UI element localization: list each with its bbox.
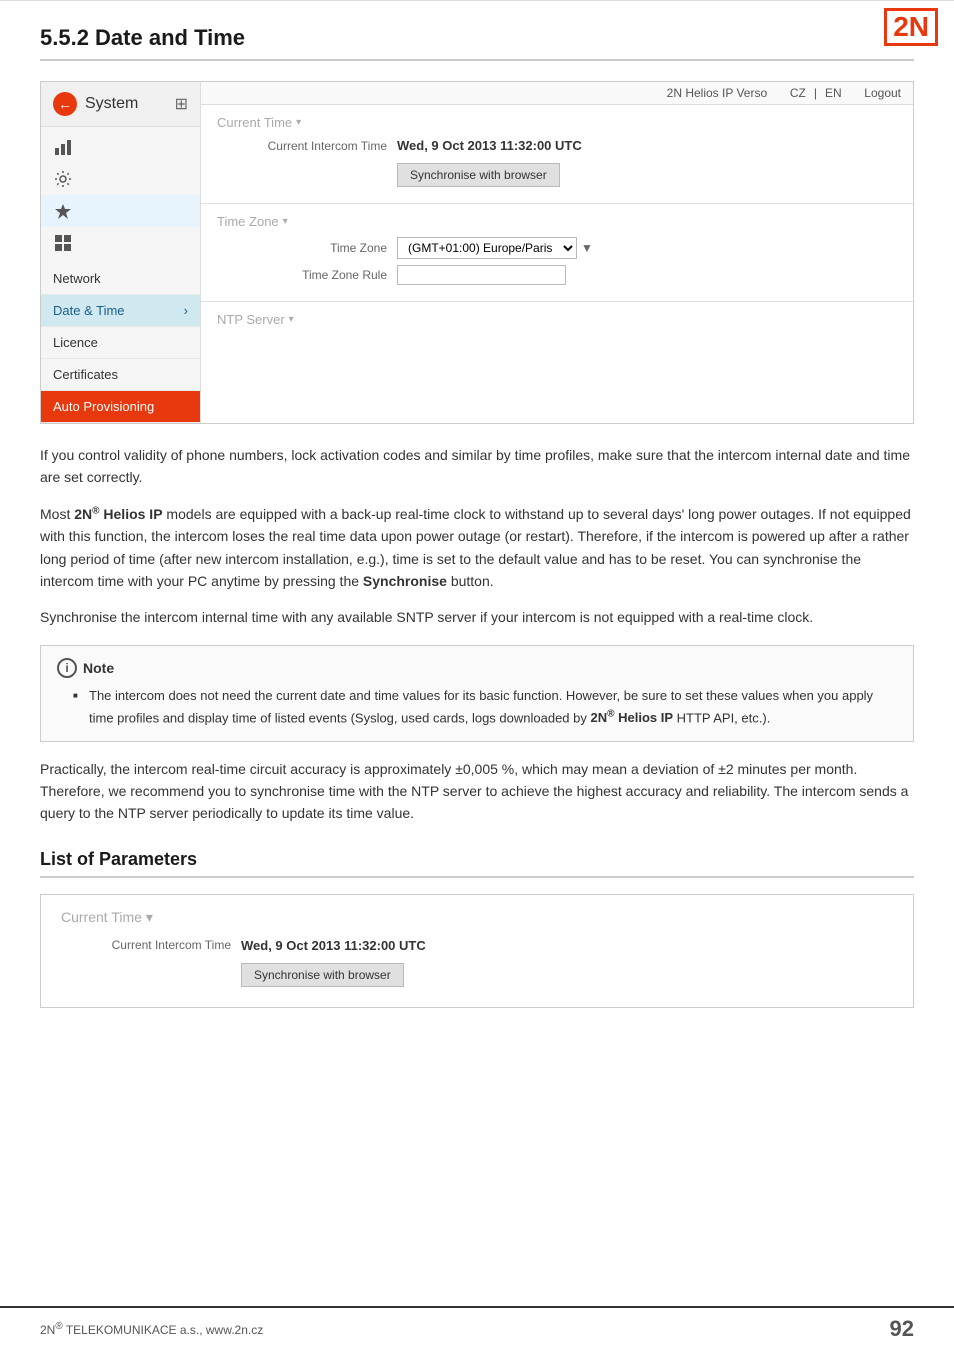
timezone-label: Time Zone [217,241,397,255]
sync-browser-row: Synchronise with browser [217,159,897,187]
current-intercom-time-row: Current Intercom Time Wed, 9 Oct 2013 11… [217,138,897,153]
params-box: Current Time ▾ Current Intercom Time Wed… [40,894,914,1008]
synchronise-bold: Synchronise [363,573,447,589]
params-current-intercom-time-row: Current Intercom Time Wed, 9 Oct 2013 11… [61,938,893,953]
params-current-time-label[interactable]: Current Time ▾ [61,909,893,926]
bar-chart-icon [53,137,73,157]
sync-browser-button[interactable]: Synchronise with browser [397,163,560,187]
note-item-1: The intercom does not need the current d… [73,686,897,729]
logo-2n: 2N [884,8,938,46]
params-sync-button[interactable]: Synchronise with browser [241,963,404,987]
params-current-intercom-time-value: Wed, 9 Oct 2013 11:32:00 UTC [241,938,426,953]
note-header: i Note [57,658,897,678]
footer-left: 2N® TELEKOMUNIKACE a.s., www.2n.cz [40,1321,263,1337]
star-icon [53,201,73,221]
timezone-rule-input[interactable] [397,265,566,285]
page-title: 5.5.2 Date and Time [40,25,914,61]
ui-panel: ← System ⊞ [40,81,914,424]
brand-bold-2: 2N® Helios IP [590,710,673,725]
current-intercom-time-label: Current Intercom Time [217,139,397,153]
body-paragraph-3: Synchronise the intercom internal time w… [40,606,914,628]
note-list: The intercom does not need the current d… [57,686,897,729]
sidebar-title: System [85,95,138,113]
params-sync-row: Synchronise with browser [61,959,893,987]
sidebar-item-date-time[interactable]: Date & Time › [41,295,200,327]
note-icon: i [57,658,77,678]
ntp-arrow: ▾ [289,314,294,325]
sidebar-icons [41,127,200,263]
lang-en[interactable]: EN [825,86,842,100]
sidebar-item-auto-provisioning[interactable]: Auto Provisioning [41,391,200,423]
time-zone-arrow: ▾ [283,216,288,227]
list-of-parameters: List of Parameters Current Time ▾ Curren… [40,849,914,1008]
body-paragraph-4: Practically, the intercom real-time circ… [40,758,914,825]
panel-nav-bar: 2N Helios IP Verso CZ | EN Logout [201,82,913,105]
grid-icon[interactable]: ⊞ [175,94,188,114]
current-intercom-time-value: Wed, 9 Oct 2013 11:32:00 UTC [397,138,582,153]
ntp-server-section: NTP Server ▾ [201,302,913,345]
time-zone-label[interactable]: Time Zone ▾ [217,214,897,229]
brand-bold-1: 2N® Helios IP [74,506,162,522]
sidebar-item-network[interactable]: Network [41,263,200,295]
timezone-rule-row: Time Zone Rule [217,265,897,285]
logout-link[interactable]: Logout [864,86,901,100]
sidebar-icon-stats[interactable] [41,131,200,163]
back-button[interactable]: ← [53,92,77,116]
dropdown-arrow: ▼ [581,241,593,255]
params-current-intercom-time-label: Current Intercom Time [61,938,241,952]
footer: 2N® TELEKOMUNIKACE a.s., www.2n.cz 92 [0,1306,954,1350]
current-time-section: Current Time ▾ Current Intercom Time Wed… [201,105,913,204]
sidebar-icon-settings[interactable] [41,163,200,195]
sidebar-menu: Network Date & Time › Licence Certificat… [41,263,200,423]
sidebar-header: ← System ⊞ [41,82,200,127]
grid2-icon [53,233,73,253]
note-box: i Note The intercom does not need the cu… [40,645,914,742]
timezone-row: Time Zone (GMT+01:00) Europe/Paris ▼ [217,237,897,259]
time-zone-section: Time Zone ▾ Time Zone (GMT+01:00) Europe… [201,204,913,302]
body-paragraph-1: If you control validity of phone numbers… [40,444,914,489]
sidebar: ← System ⊞ [41,82,201,423]
current-time-label[interactable]: Current Time ▾ [217,115,897,130]
note-title: Note [83,660,114,676]
current-time-arrow: ▾ [296,117,301,128]
timezone-rule-label: Time Zone Rule [217,268,397,282]
lang-cz[interactable]: CZ [790,86,806,100]
footer-page-number: 92 [890,1316,914,1342]
product-name: 2N Helios IP Verso [667,86,768,100]
sidebar-item-licence[interactable]: Licence [41,327,200,359]
gear-icon [53,169,73,189]
sidebar-icon-modules[interactable] [41,227,200,259]
sidebar-item-certificates[interactable]: Certificates [41,359,200,391]
right-panel: 2N Helios IP Verso CZ | EN Logout Curren… [201,82,913,423]
nav-separator [775,86,782,100]
params-title: List of Parameters [40,849,914,878]
timezone-select[interactable]: (GMT+01:00) Europe/Paris [397,237,577,259]
ntp-server-label[interactable]: NTP Server ▾ [217,312,897,327]
sidebar-icon-features[interactable] [41,195,200,227]
body-paragraph-2: Most 2N® Helios IP models are equipped w… [40,503,914,593]
